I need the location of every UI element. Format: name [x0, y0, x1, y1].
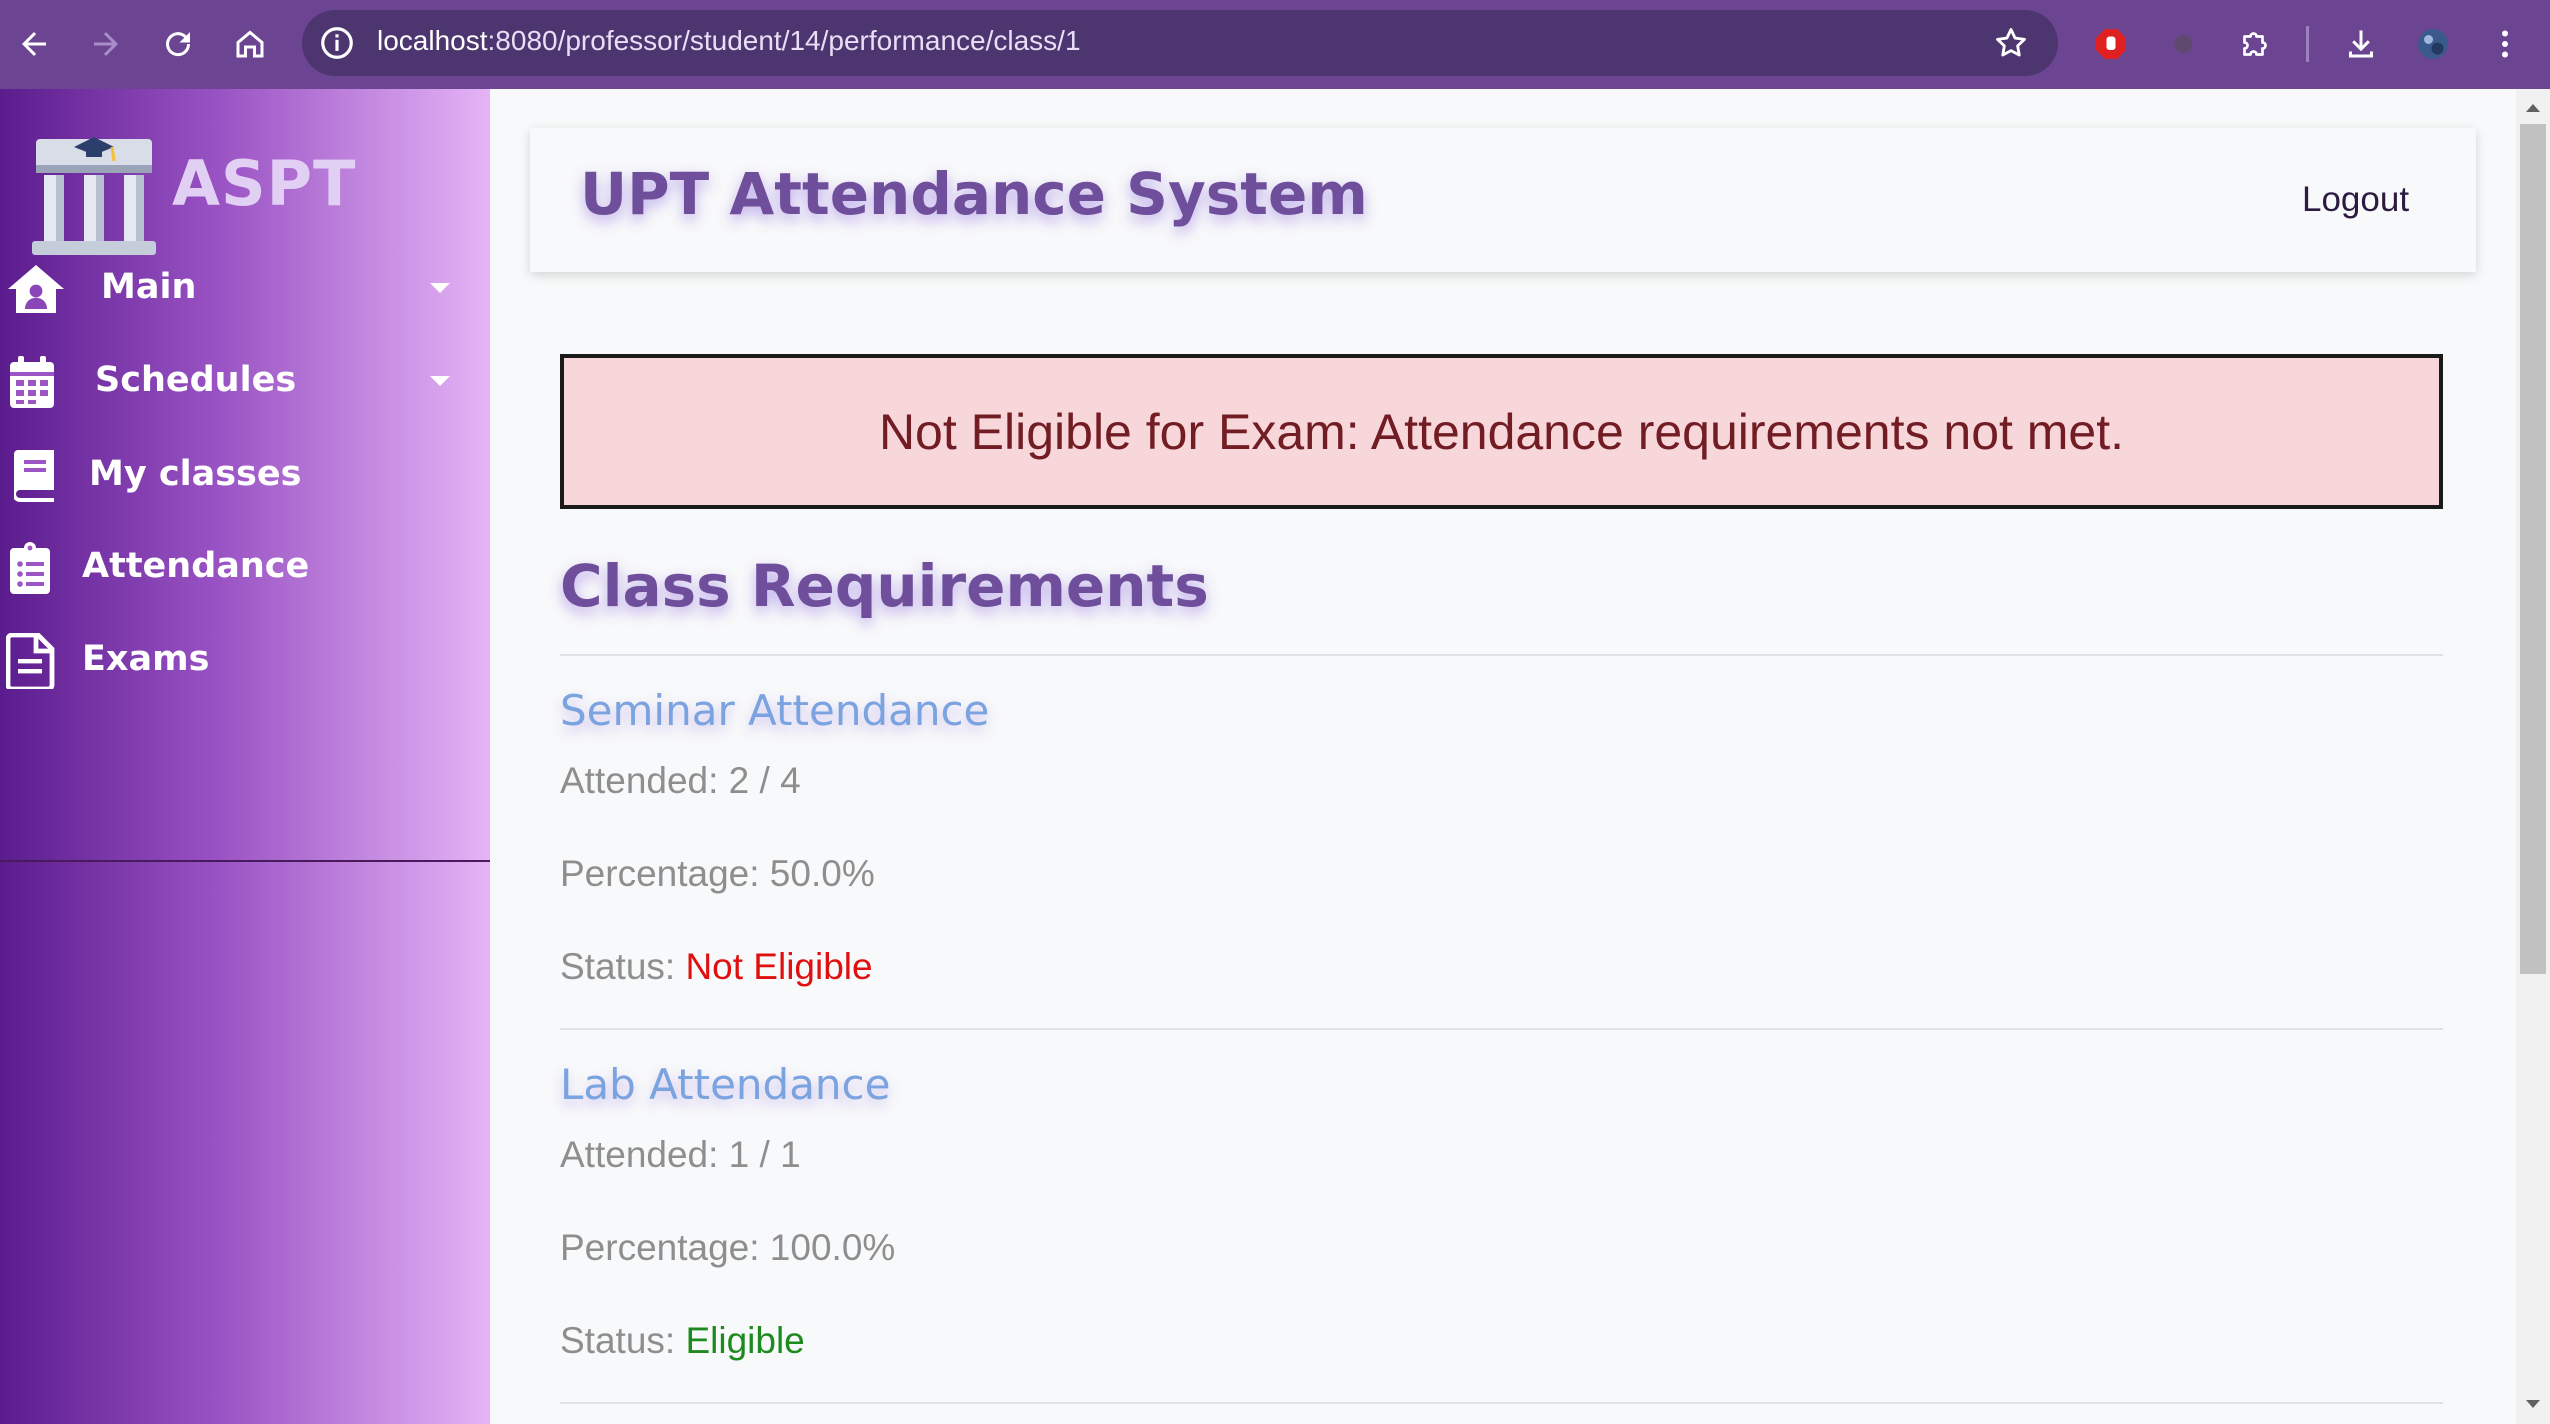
sidebar-item-label: Attendance [82, 546, 310, 586]
scrollbar-thumb[interactable] [2520, 124, 2546, 974]
sidebar-item-label: My classes [89, 454, 302, 494]
extension-button[interactable] [2155, 16, 2211, 72]
back-button[interactable] [6, 16, 62, 72]
sidebar-item-exams[interactable]: Exams [0, 623, 490, 695]
site-info-icon[interactable] [318, 24, 356, 62]
browser-menu-button[interactable] [2477, 16, 2533, 72]
top-navbar: UPT Attendance System Logout [530, 128, 2476, 272]
eligibility-alert: Not Eligible for Exam: Attendance requir… [560, 354, 2443, 509]
status-line: Status: Eligible [560, 1320, 805, 1362]
stop-hand-icon [2096, 29, 2126, 59]
url-host: localhost [377, 25, 488, 56]
download-icon [2349, 30, 2373, 58]
profile-button[interactable] [2405, 16, 2461, 72]
sidebar: ASPT Main Schedules My classes Attendanc… [0, 89, 490, 1424]
browser-toolbar: localhost:8080/professor/student/14/perf… [0, 0, 2550, 89]
status-label: Status: [560, 1320, 686, 1361]
sidebar-item-label: Exams [82, 639, 210, 679]
attendance-percentage: Percentage: 50.0% [560, 853, 875, 894]
book-icon [14, 450, 54, 502]
house-user-icon [8, 265, 64, 313]
more-vert-icon [2502, 30, 2508, 58]
extensions-menu-button[interactable] [2227, 16, 2283, 72]
puzzle-icon [2243, 32, 2267, 56]
section-title: Class Requirements [560, 552, 1209, 620]
forward-button[interactable] [78, 16, 134, 72]
sidebar-item-my-classes[interactable]: My classes [0, 438, 490, 510]
url-text[interactable]: localhost:8080/professor/student/14/perf… [377, 25, 1081, 57]
sidebar-item-label: Main [101, 267, 197, 307]
extension-circle-icon [2174, 35, 2192, 53]
divider [560, 1402, 2443, 1404]
university-building-icon [32, 137, 156, 255]
address-bar[interactable]: localhost:8080/professor/student/14/perf… [302, 10, 2058, 76]
divider [560, 654, 2443, 656]
file-lines-icon [6, 633, 55, 689]
caret-down-icon [430, 283, 450, 293]
attendance-percentage: Percentage: 100.0% [560, 1227, 896, 1268]
home-button[interactable] [222, 16, 278, 72]
logout-link[interactable]: Logout [2302, 180, 2409, 220]
sidebar-item-schedules[interactable]: Schedules [0, 344, 490, 416]
attended-count: Attended: 2 / 4 [560, 760, 801, 801]
caret-down-icon [430, 376, 450, 386]
status-badge: Eligible [685, 1320, 805, 1361]
downloads-button[interactable] [2333, 16, 2389, 72]
sidebar-item-label: Schedules [95, 360, 297, 400]
clipboard-list-icon [10, 542, 50, 594]
adblock-extension-button[interactable] [2083, 16, 2139, 72]
avatar [2418, 29, 2448, 59]
url-path: :8080/professor/student/14/performance/c… [487, 25, 1081, 56]
requirement-title: Lab Attendance [560, 1060, 891, 1109]
arrow-right-icon [94, 32, 118, 56]
scroll-down-icon[interactable] [2521, 1394, 2545, 1414]
scroll-up-icon[interactable] [2521, 98, 2545, 118]
calendar-icon [10, 356, 54, 408]
arrow-left-icon [22, 32, 46, 56]
status-line: Status: Not Eligible [560, 946, 873, 988]
reload-icon [166, 32, 191, 57]
reload-button[interactable] [150, 16, 206, 72]
divider [560, 1028, 2443, 1030]
status-label: Status: [560, 946, 686, 987]
status-badge: Not Eligible [685, 946, 873, 987]
sidebar-item-main[interactable]: Main [0, 251, 490, 323]
bookmark-star-icon[interactable] [1992, 24, 2030, 62]
home-icon [236, 30, 264, 58]
sidebar-divider [0, 860, 490, 862]
brand-name: ASPT [172, 147, 357, 220]
requirement-title: Seminar Attendance [560, 686, 990, 735]
attended-count: Attended: 1 / 1 [560, 1134, 801, 1175]
page-title: UPT Attendance System [580, 160, 1368, 228]
alert-message: Not Eligible for Exam: Attendance requir… [878, 403, 2125, 460]
sidebar-item-attendance[interactable]: Attendance [0, 530, 490, 602]
toolbar-separator [2306, 26, 2309, 62]
